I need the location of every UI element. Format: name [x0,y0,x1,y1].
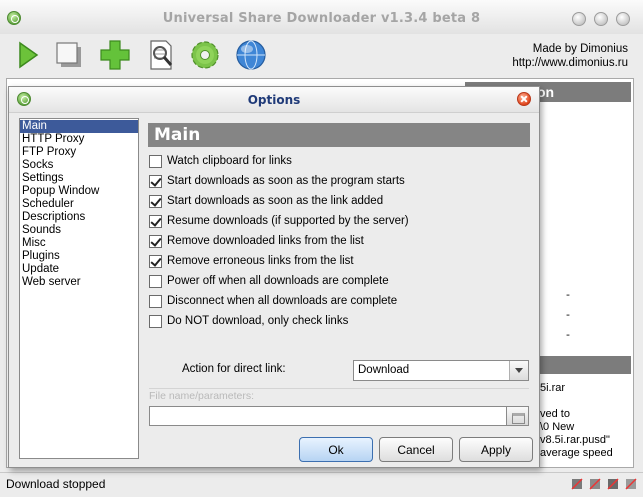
close-button[interactable] [616,12,630,26]
info-dash: - [566,328,570,341]
status-text: Download stopped [6,477,106,491]
option-resume-downloads[interactable]: Resume downloads (if supported by the se… [149,214,409,228]
option-label: Start downloads as soon as the link adde… [167,195,384,207]
divider [149,388,529,389]
option-power-off[interactable]: Power off when all downloads are complet… [149,274,389,288]
category-item-socks[interactable]: Socks [20,159,138,172]
help-button[interactable] [234,38,268,72]
info-panel-header-secondary [538,356,631,374]
category-item-scheduler[interactable]: Scheduler [20,198,138,211]
category-item-main[interactable]: Main [20,120,138,133]
category-item-http-proxy[interactable]: HTTP Proxy [20,133,138,146]
tray-icons [570,476,639,492]
main-window-title: Universal Share Downloader v1.3.4 beta 8 [162,11,481,26]
apply-button[interactable]: Apply [459,437,533,462]
checkbox[interactable] [149,274,162,288]
option-disconnect[interactable]: Disconnect when all downloads are comple… [149,294,397,308]
option-label: Start downloads as soon as the program s… [167,175,405,187]
log-text: \0 New [540,421,575,433]
category-item-update[interactable]: Update [20,263,138,276]
info-dash: - [566,308,570,321]
maximize-button[interactable] [594,12,608,26]
log-text: ved to [540,408,570,420]
play-icon [19,41,39,69]
credit-author: Made by Dimonius [532,43,628,55]
log-text: 5i.rar [540,382,566,394]
filename-input[interactable] [149,406,507,426]
properties-button[interactable] [144,38,178,72]
tray-icon[interactable] [570,476,585,492]
info-dash: - [566,288,570,301]
credit-url[interactable]: http://www.dimonius.ru [512,56,628,70]
category-item-settings[interactable]: Settings [20,172,138,185]
checkbox[interactable] [149,254,162,268]
option-remove-downloaded[interactable]: Remove downloaded links from the list [149,234,364,248]
option-label: Remove downloaded links from the list [167,235,364,247]
category-item-sounds[interactable]: Sounds [20,224,138,237]
option-start-on-link-added[interactable]: Start downloads as soon as the link adde… [149,194,383,208]
main-titlebar[interactable]: Universal Share Downloader v1.3.4 beta 8 [0,0,643,34]
category-item-popup-window[interactable]: Popup Window [20,185,138,198]
status-bar: Download stopped [0,472,643,497]
options-titlebar[interactable]: Options [9,87,539,113]
stop-button[interactable] [52,38,86,72]
settings-icon [191,41,219,69]
category-item-descriptions[interactable]: Descriptions [20,211,138,224]
option-label: Disconnect when all downloads are comple… [167,295,398,307]
tray-icon[interactable] [606,476,621,492]
option-label: Resume downloads (if supported by the se… [167,215,409,227]
checkbox[interactable] [149,294,162,308]
tray-icon[interactable] [624,476,639,492]
checkbox[interactable] [149,174,162,188]
option-label: Do NOT download, only check links [167,315,349,327]
section-title: Main [148,123,530,147]
options-title: Options [247,93,301,107]
add-icon [100,40,130,70]
tray-icon[interactable] [588,476,603,492]
category-item-web-server[interactable]: Web server [20,276,138,289]
option-label: Power off when all downloads are complet… [167,275,389,287]
category-list[interactable]: Main HTTP Proxy FTP Proxy Socks Settings… [19,118,139,459]
option-label: Remove erroneous links from the list [167,255,354,267]
option-remove-erroneous[interactable]: Remove erroneous links from the list [149,254,354,268]
start-button[interactable] [10,38,44,72]
checkbox[interactable] [149,154,162,168]
dialog-close-icon[interactable] [517,92,531,106]
settings-button[interactable] [188,38,222,72]
category-item-misc[interactable]: Misc [20,237,138,250]
ok-button[interactable]: Ok [299,437,373,462]
log-text: average speed [540,447,613,459]
direct-link-value: Download [358,364,410,376]
checkbox[interactable] [149,234,162,248]
main-toolbar: Made by Dimonius http://www.dimonius.ru [0,34,643,76]
category-item-plugins[interactable]: Plugins [20,250,138,263]
option-label: Watch clipboard for links [167,155,292,167]
globe-icon [236,40,266,70]
direct-link-select[interactable]: Download [353,360,529,381]
log-text: v8.5i.rar.pusd" [540,434,610,446]
author-credit: Made by Dimonius http://www.dimonius.ru [512,42,628,70]
option-watch-clipboard[interactable]: Watch clipboard for links [149,154,292,168]
category-item-ftp-proxy[interactable]: FTP Proxy [20,146,138,159]
option-check-only[interactable]: Do NOT download, only check links [149,314,348,328]
checkbox[interactable] [149,214,162,228]
minimize-button[interactable] [572,12,586,26]
option-start-on-program-start[interactable]: Start downloads as soon as the program s… [149,174,405,188]
cancel-button[interactable]: Cancel [379,437,453,462]
filename-label: File name/parameters: [149,390,255,402]
direct-link-label: Action for direct link: [182,363,286,375]
checkbox[interactable] [149,314,162,328]
browse-folder-icon[interactable] [506,406,529,426]
add-link-button[interactable] [98,38,132,72]
options-dialog: Options Main HTTP Proxy FTP Proxy Socks … [8,86,540,468]
stop-icon [56,42,81,67]
checkbox[interactable] [149,194,162,208]
properties-icon [150,40,173,70]
chevron-down-icon[interactable] [509,361,528,380]
